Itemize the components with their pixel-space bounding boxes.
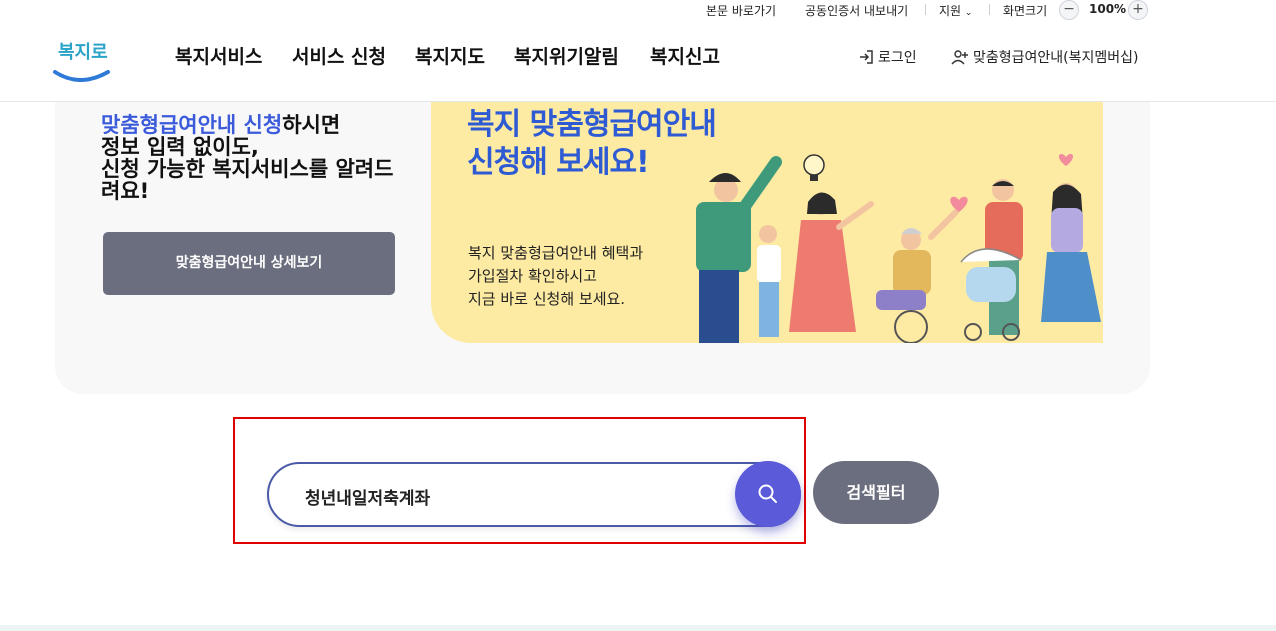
support-dropdown[interactable]: 지원 ⌄ <box>939 2 972 19</box>
login-label: 로그인 <box>878 50 917 66</box>
hero-message: 맞춤형급여안내 신청하시면 정보 입력 없이도, 신청 가능한 복지서비스를 알… <box>101 114 411 202</box>
nav-service-application[interactable]: 서비스 신청 <box>292 42 386 69</box>
hero-line2: 정보 입력 없이도, <box>101 135 259 159</box>
membership-link[interactable]: 맞춤형급여안내(복지멤버십) <box>951 47 1138 67</box>
search-icon <box>758 484 777 503</box>
nav-crisis-alert[interactable]: 복지위기알림 <box>514 42 619 69</box>
banner-title-line1: 복지 맞춤형급여안내 <box>467 107 717 142</box>
search-filter-button[interactable]: 검색필터 <box>813 461 939 524</box>
zoom-in-button[interactable]: + <box>1128 0 1148 20</box>
logo-wordmark: 복지로 <box>58 42 108 63</box>
banner-title: 복지 맞춤형급여안내 신청해 보세요! <box>467 106 717 182</box>
banner-sub-line1: 복지 맞춤형급여안내 혜택과 <box>468 244 644 262</box>
search-button[interactable] <box>735 461 801 527</box>
chevron-down-icon: ⌄ <box>964 8 973 18</box>
site-header: 복지로 복지서비스 서비스 신청 복지지도 복지위기알림 복지신고 로그인 맞춤… <box>0 20 1276 102</box>
banner-sub-line2: 가입절차 확인하시고 <box>468 267 597 285</box>
search-input-value: 청년내일저축계좌 <box>305 489 431 509</box>
footer-strip <box>0 625 1276 631</box>
nav-welfare-map[interactable]: 복지지도 <box>415 42 485 69</box>
skip-to-content-link[interactable]: 본문 바로가기 <box>706 2 776 19</box>
hero-line3: 신청 가능한 복지서비스를 알려드려요! <box>101 157 394 203</box>
login-link[interactable]: 로그인 <box>858 47 917 67</box>
search-input[interactable]: 청년내일저축계좌 <box>267 462 801 527</box>
nav-welfare-services[interactable]: 복지서비스 <box>175 42 262 69</box>
user-add-icon <box>951 50 968 65</box>
logo-image: 복지로 <box>53 42 110 82</box>
support-label: 지원 <box>939 4 962 18</box>
zoom-value: 100% <box>1089 2 1127 16</box>
membership-label: 맞춤형급여안내(복지멤버십) <box>973 50 1139 66</box>
utility-bar: 본문 바로가기 공동인증서 내보내기 지원 ⌄ 화면크기 − 100% + <box>0 0 1276 20</box>
banner-subtitle: 복지 맞춤형급여안내 혜택과 가입절차 확인하시고 지금 바로 신청해 보세요. <box>468 242 643 311</box>
detail-view-button[interactable]: 맞춤형급여안내 상세보기 <box>103 232 395 295</box>
zoom-out-button[interactable]: − <box>1059 0 1079 20</box>
banner-title-line2: 신청해 보세요! <box>467 145 650 180</box>
divider <box>989 4 990 15</box>
site-logo[interactable]: 복지로 <box>52 30 112 82</box>
hero-highlight: 맞춤형급여안내 신청 <box>101 113 283 137</box>
family-illustration <box>696 153 1101 343</box>
nav-welfare-report[interactable]: 복지신고 <box>650 42 720 69</box>
promo-banner[interactable]: 복지 맞춤형급여안내 신청해 보세요! 복지 맞춤형급여안내 혜택과 가입절차 … <box>431 102 1103 343</box>
banner-sub-line3: 지금 바로 신청해 보세요. <box>468 290 626 308</box>
cert-export-link[interactable]: 공동인증서 내보내기 <box>805 2 908 19</box>
hero-line1: 하시면 <box>282 113 341 137</box>
login-icon <box>860 50 873 64</box>
zoom-label: 화면크기 <box>1003 4 1048 18</box>
divider <box>925 4 926 15</box>
